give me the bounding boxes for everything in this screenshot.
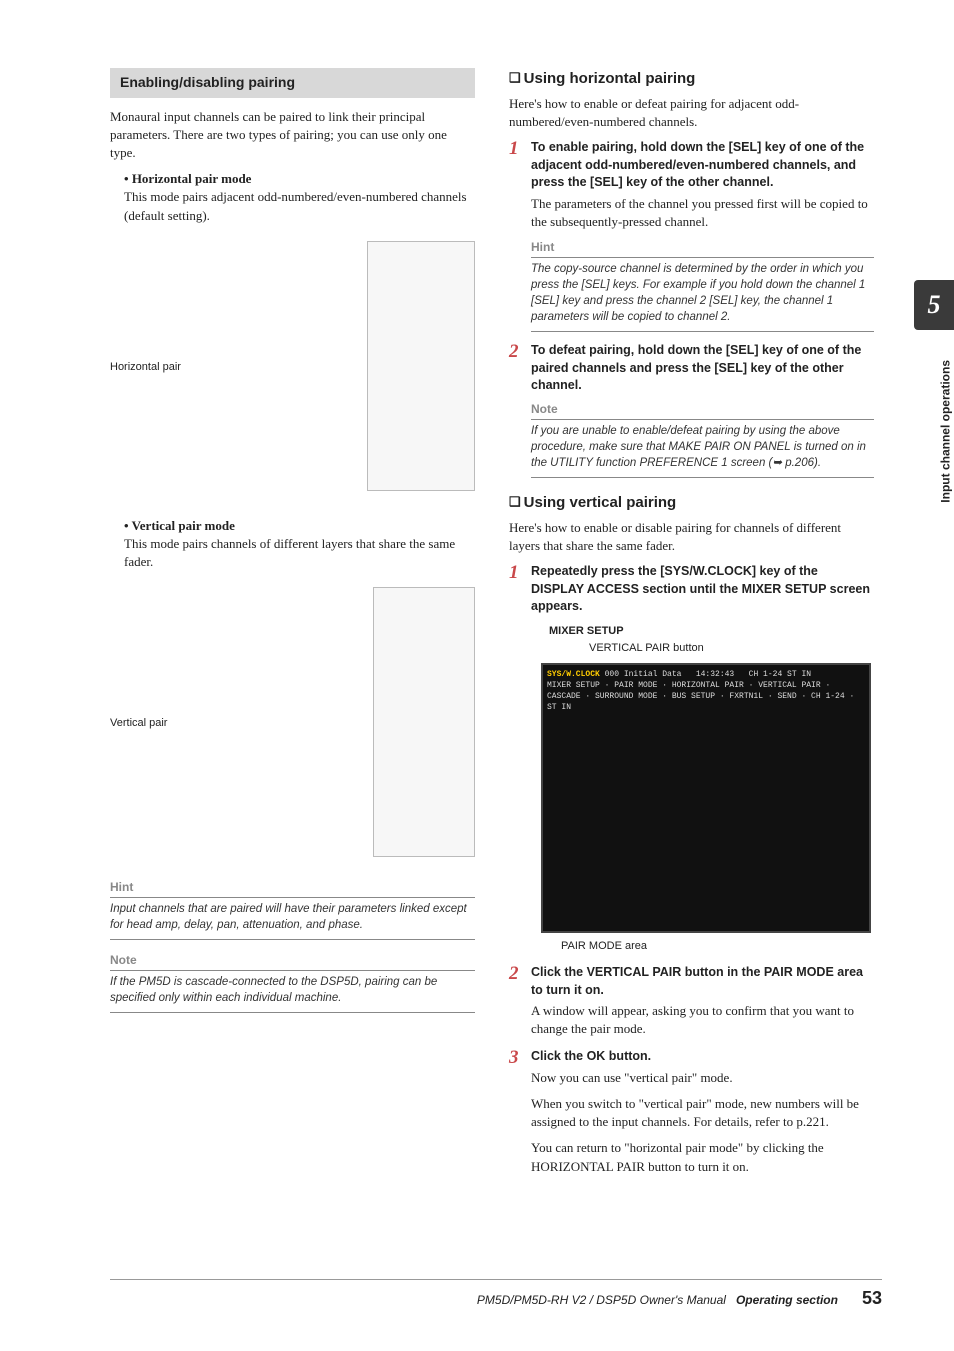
hpair-mode-block: • Horizontal pair mode This mode pairs a…: [124, 170, 475, 225]
heading-bullet-icon-2: ❏: [509, 494, 521, 509]
step-a1-bold: To enable pairing, hold down the [SEL] k…: [531, 139, 874, 192]
hpair-figure: [367, 241, 475, 491]
step-a2-bold: To defeat pairing, hold down the [SEL] k…: [531, 342, 874, 395]
hpair-body: This mode pairs adjacent odd-numbered/ev…: [124, 188, 475, 224]
vpair-figure: [373, 587, 475, 857]
footer-page-number: 53: [862, 1286, 882, 1311]
step-b2-body: A window will appear, asking you to conf…: [531, 1003, 854, 1036]
step-b3-body3: You can return to "horizontal pair mode"…: [531, 1139, 874, 1175]
step-b2: Click the VERTICAL PAIR button in the PA…: [509, 964, 874, 1038]
side-chapter-label: Input channel operations: [938, 360, 954, 503]
footer-section: Operating section: [736, 1292, 838, 1309]
mixer-setup-screenshot: SYS/W.CLOCK 000 Initial Data 14:32:43 CH…: [541, 663, 871, 933]
using-vertical-pairing-heading: ❏Using vertical pairing: [509, 492, 874, 513]
section-heading: Enabling/disabling pairing: [110, 68, 475, 98]
footer-model: PM5D/PM5D-RH V2 / DSP5D Owner's Manual: [477, 1292, 726, 1309]
chapter-tab: 5: [914, 280, 954, 330]
hint-body: Input channels that are paired will have…: [110, 898, 475, 940]
step-b1: Repeatedly press the [SYS/W.CLOCK] key o…: [509, 563, 874, 954]
right-column: ❏Using horizontal pairing Here's how to …: [509, 68, 874, 1186]
hpair-title: • Horizontal pair mode: [124, 170, 475, 188]
pair-mode-area-label: PAIR MODE area: [561, 939, 874, 954]
mixer-setup-label: MIXER SETUP: [549, 624, 874, 639]
hpair-figure-row: Horizontal pair: [110, 231, 475, 501]
heading-bullet-icon: ❏: [509, 70, 521, 85]
using-horizontal-pairing-heading: ❏Using horizontal pairing: [509, 68, 874, 89]
horizontal-steps: To enable pairing, hold down the [SEL] k…: [509, 139, 874, 478]
step-b1-bold: Repeatedly press the [SYS/W.CLOCK] key o…: [531, 563, 874, 616]
hpair-title-text: Horizontal pair mode: [132, 171, 252, 186]
intro-paragraph: Monaural input channels can be paired to…: [110, 108, 475, 163]
step-b3: Click the OK button. Now you can use "ve…: [509, 1048, 874, 1175]
step-b3-bold: Click the OK button.: [531, 1048, 874, 1066]
note-label: Note: [110, 952, 475, 971]
intro-b: Here's how to enable or disable pairing …: [509, 519, 874, 555]
step-b2-bold: Click the VERTICAL PAIR button in the PA…: [531, 964, 874, 999]
step-a1: To enable pairing, hold down the [SEL] k…: [509, 139, 874, 332]
left-column: Enabling/disabling pairing Monaural inpu…: [110, 68, 475, 1186]
hint-label: Hint: [110, 879, 475, 898]
vpair-figure-row: Vertical pair: [110, 577, 475, 867]
note-label-a: Note: [531, 401, 874, 420]
vertical-steps: Repeatedly press the [SYS/W.CLOCK] key o…: [509, 563, 874, 1175]
hint-body-a: The copy-source channel is determined by…: [531, 258, 874, 332]
vpair-mode-block: • Vertical pair mode This mode pairs cha…: [124, 517, 475, 572]
h2a-text: Using horizontal pairing: [524, 70, 696, 87]
note-body: If the PM5D is cascade-connected to the …: [110, 971, 475, 1013]
intro-a: Here's how to enable or defeat pairing f…: [509, 95, 874, 131]
step-a1-body: The parameters of the channel you presse…: [531, 196, 868, 229]
step-b3-body1: Now you can use "vertical pair" mode.: [531, 1069, 874, 1087]
note-body-a: If you are unable to enable/defeat pairi…: [531, 420, 874, 478]
step-b3-body2: When you switch to "vertical pair" mode,…: [531, 1095, 874, 1131]
vpair-title-text: Vertical pair mode: [132, 518, 235, 533]
hpair-figure-label: Horizontal pair: [110, 361, 181, 373]
vertical-pair-button-label: VERTICAL PAIR button: [589, 641, 874, 656]
hint-label-a: Hint: [531, 239, 874, 258]
vpair-title: • Vertical pair mode: [124, 517, 475, 535]
h2b-text: Using vertical pairing: [524, 494, 677, 511]
step-a2: To defeat pairing, hold down the [SEL] k…: [509, 342, 874, 478]
vpair-figure-label: Vertical pair: [110, 717, 167, 729]
page-footer: PM5D/PM5D-RH V2 / DSP5D Owner's Manual O…: [110, 1279, 882, 1311]
vpair-body: This mode pairs channels of different la…: [124, 535, 475, 571]
